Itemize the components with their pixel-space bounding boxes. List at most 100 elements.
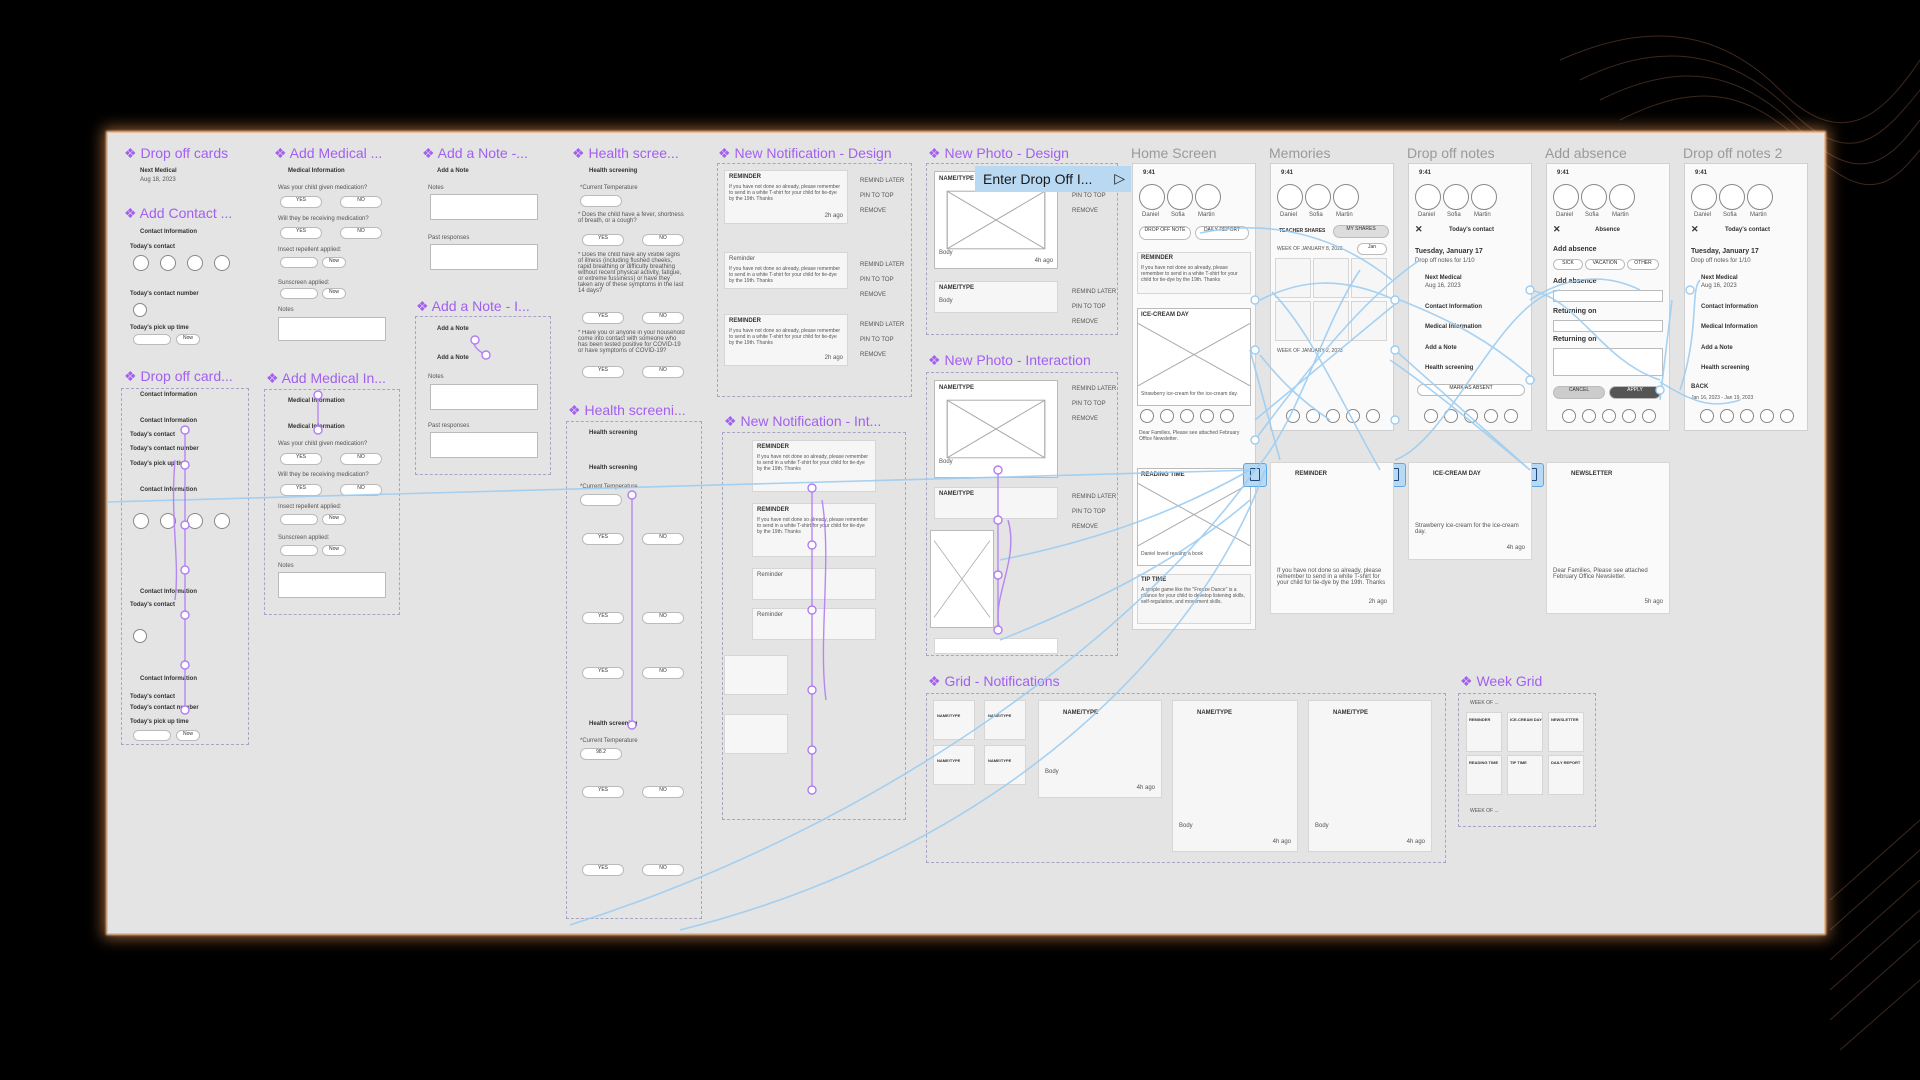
memory-card[interactable]: [1275, 258, 1311, 298]
tip-time-card[interactable]: TIP TIME A simple game like the "Freeze D…: [1137, 574, 1251, 624]
home-reminder-card[interactable]: REMINDER If you have not done so already,…: [1137, 252, 1251, 294]
frame-title-add-contact[interactable]: ❖ Add Contact ...: [124, 205, 232, 222]
ice-cream-card[interactable]: ICE-CREAM DAY Strawberry ice-cream for t…: [1137, 308, 1251, 406]
yes-button[interactable]: YES: [582, 864, 624, 876]
yes-button[interactable]: YES: [280, 196, 322, 208]
notification-card-swiped[interactable]: [724, 714, 788, 754]
no-button[interactable]: NO: [642, 667, 684, 679]
yes-button[interactable]: YES: [582, 366, 624, 378]
grid-card-small[interactable]: NAME/TYPE: [984, 745, 1026, 785]
remind-later-action[interactable]: REMIND LATER: [1072, 386, 1116, 392]
time-field[interactable]: [280, 288, 318, 299]
frame-title-new-notification-design[interactable]: ❖ New Notification - Design: [718, 145, 892, 162]
frame-title-health-screening[interactable]: ❖ Health scree...: [572, 145, 679, 162]
photo-card-swiped[interactable]: [930, 530, 994, 628]
frame-title-drop-off-notes-2[interactable]: Drop off notes 2: [1683, 145, 1782, 161]
grid-card-small[interactable]: NAME/TYPE: [933, 745, 975, 785]
yes-button[interactable]: YES: [582, 234, 624, 246]
temperature-input[interactable]: [580, 494, 622, 506]
notification-card[interactable]: REMINDER If you have not done so already…: [752, 503, 876, 557]
apply-button[interactable]: APPLY: [1609, 386, 1661, 399]
remove-action[interactable]: REMOVE: [1072, 416, 1098, 422]
cancel-button[interactable]: CANCEL: [1553, 386, 1605, 399]
frame-title-home-screen[interactable]: Home Screen: [1131, 145, 1217, 161]
now-button[interactable]: Now: [322, 257, 346, 268]
no-button[interactable]: NO: [642, 533, 684, 545]
daily-report-button[interactable]: DAILY REPORT: [1195, 226, 1249, 240]
pin-to-top-action[interactable]: PIN TO TOP: [860, 277, 894, 283]
notification-card[interactable]: Reminder: [752, 608, 876, 640]
notes-textarea[interactable]: [430, 384, 538, 410]
notes-textarea[interactable]: [430, 194, 538, 220]
frame-title-new-photo-interaction[interactable]: ❖ New Photo - Interaction: [928, 352, 1091, 369]
notification-card[interactable]: REMINDER If you have not done so already…: [752, 440, 876, 492]
close-icon[interactable]: ✕: [1553, 224, 1561, 235]
teacher-shares-tab[interactable]: TEACHER SHARES: [1279, 228, 1325, 234]
frame-title-memories[interactable]: Memories: [1269, 145, 1330, 161]
no-button[interactable]: NO: [642, 786, 684, 798]
memory-card[interactable]: [1351, 258, 1387, 298]
frame-title-new-photo-design[interactable]: ❖ New Photo - Design: [928, 145, 1069, 162]
contact-avatar[interactable]: [160, 255, 176, 271]
close-icon[interactable]: ✕: [1691, 224, 1699, 235]
frame-title-new-notification-interaction[interactable]: ❖ New Notification - Int...: [724, 413, 881, 430]
pin-to-top-action[interactable]: PIN TO TOP: [1072, 509, 1106, 515]
remove-action[interactable]: REMOVE: [860, 208, 886, 214]
memory-card[interactable]: [1351, 301, 1387, 341]
week-grid-card[interactable]: TIP TIME: [1507, 755, 1543, 795]
pin-to-top-action[interactable]: PIN TO TOP: [860, 337, 894, 343]
week-grid-card[interactable]: NEWSLETTER: [1548, 712, 1584, 752]
memory-card[interactable]: [1275, 301, 1311, 341]
notification-card[interactable]: Reminder: [752, 568, 876, 600]
no-button[interactable]: NO: [340, 453, 382, 465]
time-field[interactable]: [133, 334, 171, 345]
frame-title-drop-off-cards[interactable]: ❖ Drop off cards: [124, 145, 228, 162]
absence-notes[interactable]: [1553, 348, 1663, 376]
radio-button[interactable]: [133, 303, 147, 317]
frame-title-add-absence[interactable]: Add absence: [1545, 145, 1627, 161]
drop-off-notes-2-phone[interactable]: 9:41 Daniel Sofia Martin ✕ Today's conta…: [1684, 163, 1808, 431]
grid-card-small[interactable]: NAME/TYPE: [984, 700, 1026, 740]
notification-card[interactable]: REMINDER If you have not done so already…: [724, 170, 848, 224]
returning-input[interactable]: [1553, 320, 1663, 332]
add-absence-phone[interactable]: 9:41 Daniel Sofia Martin ✕ Absence Add a…: [1546, 163, 1670, 431]
pin-to-top-action[interactable]: PIN TO TOP: [1072, 401, 1106, 407]
notes-textarea[interactable]: [278, 572, 386, 598]
expanded-reminder-card[interactable]: REMINDER If you have not done so already…: [1270, 462, 1394, 614]
week-grid-card[interactable]: DAILY REPORT: [1548, 755, 1584, 795]
drop-off-item[interactable]: Medical Information: [1425, 324, 1482, 330]
month-select[interactable]: Jan: [1357, 243, 1387, 255]
remove-action[interactable]: REMOVE: [860, 292, 886, 298]
close-icon[interactable]: ✕: [1415, 224, 1423, 235]
pin-to-top-action[interactable]: PIN TO TOP: [1072, 193, 1106, 199]
contact-avatar[interactable]: [214, 513, 230, 529]
remind-later-action[interactable]: REMIND LATER: [860, 322, 904, 328]
time-field[interactable]: [280, 545, 318, 556]
notification-card[interactable]: Reminder If you have not done so already…: [724, 252, 848, 289]
contact-avatar[interactable]: [214, 255, 230, 271]
drop-off-item[interactable]: Health screening: [1425, 365, 1473, 371]
yes-button[interactable]: YES: [280, 484, 322, 496]
week-grid-card[interactable]: READING TIME: [1466, 755, 1502, 795]
yes-button[interactable]: YES: [582, 612, 624, 624]
drop-off-item[interactable]: Add a Note: [1425, 345, 1457, 351]
frame-title-add-note-interaction[interactable]: ❖ Add a Note - I...: [416, 298, 530, 315]
no-button[interactable]: NO: [340, 227, 382, 239]
radio-button[interactable]: [133, 629, 147, 643]
grid-card-large[interactable]: NAME/TYPE Body 4h ago: [1172, 700, 1298, 852]
frame-title-grid-notifications[interactable]: ❖ Grid - Notifications: [928, 673, 1060, 690]
no-button[interactable]: NO: [642, 312, 684, 324]
week-grid-card[interactable]: REMINDER: [1466, 712, 1502, 752]
now-button[interactable]: Now: [322, 545, 346, 556]
remove-action[interactable]: REMOVE: [1072, 319, 1098, 325]
now-button[interactable]: Now: [322, 288, 346, 299]
home-screen-phone[interactable]: 9:41 Daniel Sofia Martin DROP OFF NOTE D…: [1132, 163, 1256, 630]
drop-off-card-frame[interactable]: [121, 388, 249, 745]
remind-later-action[interactable]: REMIND LATER: [1072, 494, 1116, 500]
no-button[interactable]: NO: [642, 612, 684, 624]
notification-card-swiped[interactable]: [724, 655, 788, 695]
remove-action[interactable]: REMOVE: [1072, 208, 1098, 214]
photo-card-compact[interactable]: [934, 638, 1058, 654]
expanded-newsletter-card[interactable]: NEWSLETTER Dear Families, Please see att…: [1546, 462, 1670, 614]
no-button[interactable]: NO: [642, 864, 684, 876]
